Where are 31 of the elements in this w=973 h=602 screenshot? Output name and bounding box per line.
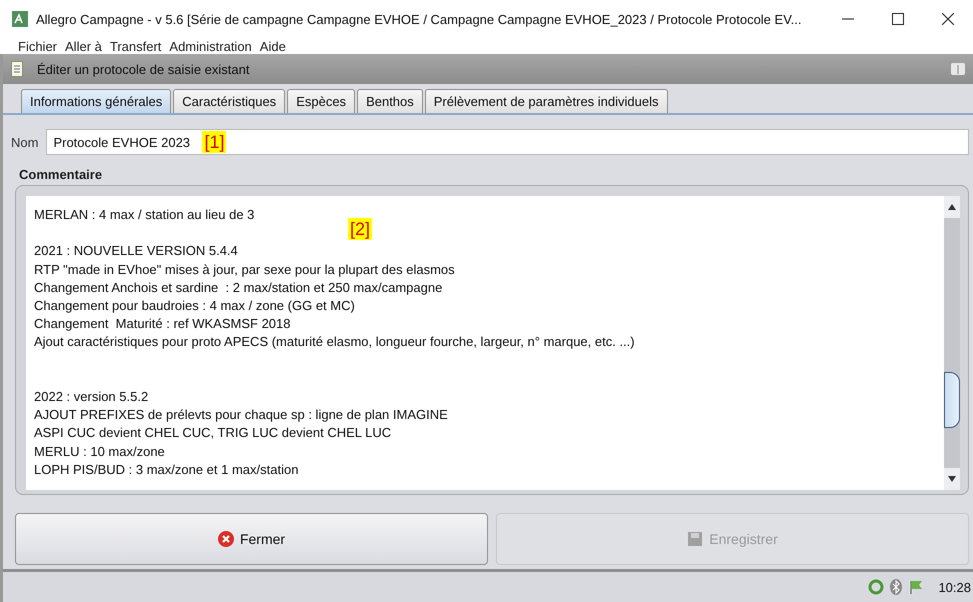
close-icon: [942, 13, 954, 25]
annotation-marker: [2]: [348, 218, 372, 240]
window-title: Allegro Campagne - v 5.6 [Série de campagne Campagne EVHOE / Campagne Campagne EVHOE_2023 / Protocole Protocole EV...: [36, 12, 803, 26]
menu-item[interactable]: Aller à: [65, 38, 102, 54]
down-arrow-icon: [948, 476, 956, 482]
menu-item[interactable]: Fichier: [18, 38, 58, 54]
scroll-up-button[interactable]: [944, 196, 960, 218]
bluetooth-icon: [890, 579, 902, 595]
flag-icon: [908, 579, 924, 595]
menu-item[interactable]: Administration: [169, 38, 252, 54]
scrollbar[interactable]: [944, 196, 960, 490]
tab[interactable]: Prélèvement de paramètres individuels: [424, 89, 668, 113]
maximize-icon: [892, 13, 904, 25]
scroll-thumb[interactable]: [944, 372, 960, 428]
tab[interactable]: Informations générales: [21, 89, 172, 113]
name-label: Nom: [11, 134, 38, 150]
up-arrow-icon: [948, 204, 956, 210]
menu-item[interactable]: Transfert: [110, 38, 162, 54]
clock-time: 10:28: [938, 580, 971, 594]
close-button[interactable]: Fermer: [15, 513, 488, 565]
annotation-marker: [1]: [202, 131, 226, 153]
tab[interactable]: Espèces: [287, 89, 356, 113]
comment-label: Commentaire: [19, 167, 104, 182]
scroll-down-button[interactable]: [944, 468, 960, 490]
tab[interactable]: Benthos: [357, 89, 423, 113]
document-icon: [11, 61, 23, 77]
menu-item[interactable]: Aide: [260, 38, 286, 54]
close-icon: [218, 531, 234, 547]
tab[interactable]: Caractéristiques: [173, 89, 286, 113]
app-logo-icon: [12, 11, 28, 27]
header-title: Éditer un protocole de saisie existant: [37, 62, 250, 76]
